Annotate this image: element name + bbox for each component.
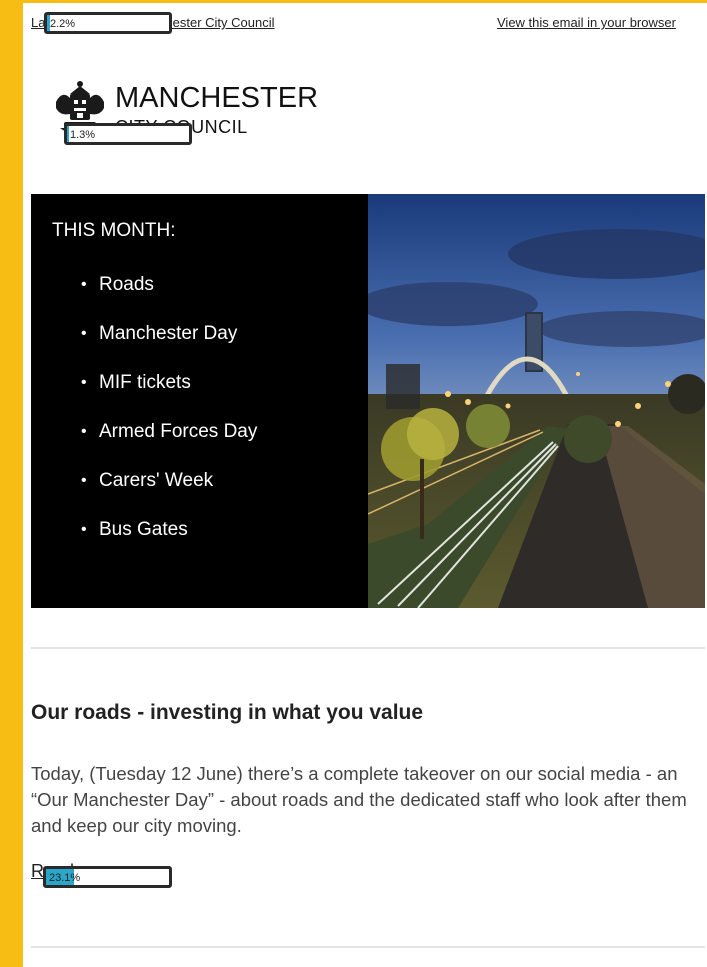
logo-progress-fill <box>67 126 69 142</box>
list-item: Armed Forces Day <box>31 421 257 470</box>
read-more-progress-indicator: 23.1% <box>43 866 172 888</box>
top-accent-bar <box>0 0 707 3</box>
this-month-list: Roads Manchester Day MIF tickets Armed F… <box>31 274 257 568</box>
this-month-panel: THIS MONTH: Roads Manchester Day MIF tic… <box>31 194 368 608</box>
list-item: Bus Gates <box>31 519 257 568</box>
logo-progress-indicator: 1.3% <box>64 123 192 145</box>
view-in-browser-link[interactable]: View this email in your browser <box>497 15 676 30</box>
night-city-road-image <box>368 194 705 608</box>
logo-title: MANCHESTER <box>115 82 319 114</box>
logo-progress-label: 1.3% <box>70 129 96 141</box>
top-progress-indicator: 2.2% <box>44 12 172 34</box>
section-divider <box>31 946 705 948</box>
list-item: Manchester Day <box>31 323 257 372</box>
article-body: Today, (Tuesday 12 June) there’s a compl… <box>31 763 687 836</box>
top-progress-label: 2.2% <box>50 18 76 30</box>
this-month-heading: THIS MONTH: <box>52 220 176 241</box>
list-item: Roads <box>31 274 257 323</box>
list-item: MIF tickets <box>31 372 257 421</box>
section-divider <box>31 647 705 649</box>
list-item: Carers' Week <box>31 470 257 519</box>
read-more-progress-label: 23.1% <box>49 872 81 884</box>
left-accent-bar <box>0 0 23 967</box>
this-month-banner[interactable]: THIS MONTH: Roads Manchester Day MIF tic… <box>31 194 705 608</box>
article-title: Our roads - investing in what you value <box>31 701 424 724</box>
